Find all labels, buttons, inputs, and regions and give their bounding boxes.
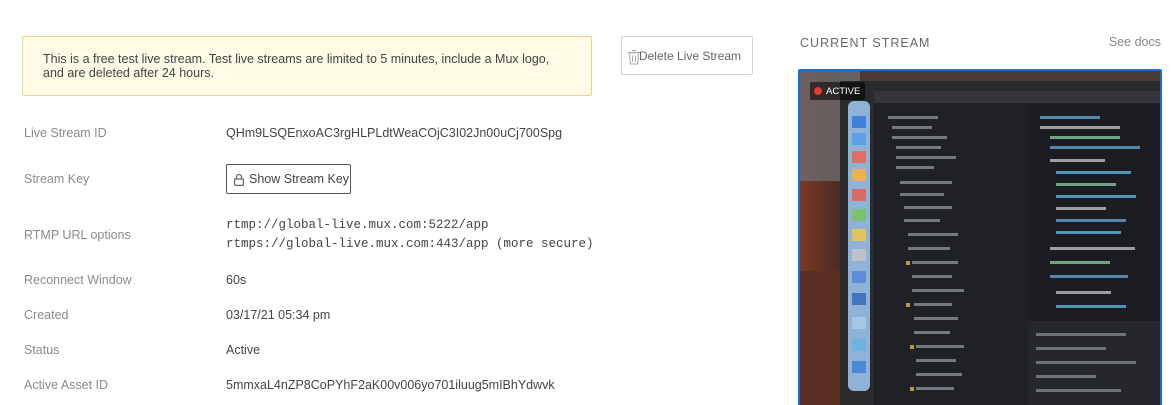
video-frame — [800, 71, 1160, 405]
live-video-player[interactable]: ACTIVE — [798, 69, 1162, 405]
detail-label: Stream Key — [24, 172, 90, 186]
trash-icon — [628, 50, 640, 65]
detail-label: RTMP URL options — [24, 228, 131, 242]
status-value: Active — [226, 343, 261, 357]
rtmp-url-list: rtmp://global-live.mux.com:5222/app rtmp… — [226, 216, 594, 254]
show-stream-key-button[interactable]: Show Stream Key — [226, 164, 351, 194]
rtmps-url: rtmps://global-live.mux.com:443/app (mor… — [226, 237, 594, 251]
created-value: 03/17/21 05:34 pm — [226, 308, 331, 322]
detail-label: Live Stream ID — [24, 126, 107, 140]
see-docs-link[interactable]: See docs — [1109, 35, 1161, 49]
current-stream-heading: CURRENT STREAM — [800, 36, 931, 50]
detail-label: Active Asset ID — [24, 378, 109, 392]
live-stream-id-value: QHm9LSQEnxoAC3rgHLPLdtWeaCOjC3I02Jn00uCj… — [226, 126, 563, 140]
detail-label: Status — [24, 343, 60, 357]
active-asset-id-value[interactable]: 5mmxaL4nZP8CoPYhF2aK00v006yo701iluug5mIB… — [226, 378, 555, 392]
notice-text: This is a free test live stream. Test li… — [43, 52, 550, 80]
detail-label: Created — [24, 308, 69, 322]
reconnect-window-value: 60s — [226, 273, 247, 287]
show-stream-key-label: Show Stream Key — [249, 172, 350, 186]
detail-label: Reconnect Window — [24, 273, 132, 287]
active-badge: ACTIVE — [810, 82, 866, 100]
delete-button-label: Delete Live Stream — [638, 48, 742, 63]
live-stream-page: This is a free test live stream. Test li… — [0, 0, 1173, 405]
delete-live-stream-button[interactable]: Delete Live Stream — [621, 36, 753, 75]
active-badge-label: ACTIVE — [826, 85, 861, 97]
rtmp-url: rtmp://global-live.mux.com:5222/app — [226, 218, 489, 232]
lock-icon — [234, 173, 244, 186]
free-test-notice: This is a free test live stream. Test li… — [22, 36, 592, 96]
live-dot-icon — [814, 87, 822, 95]
